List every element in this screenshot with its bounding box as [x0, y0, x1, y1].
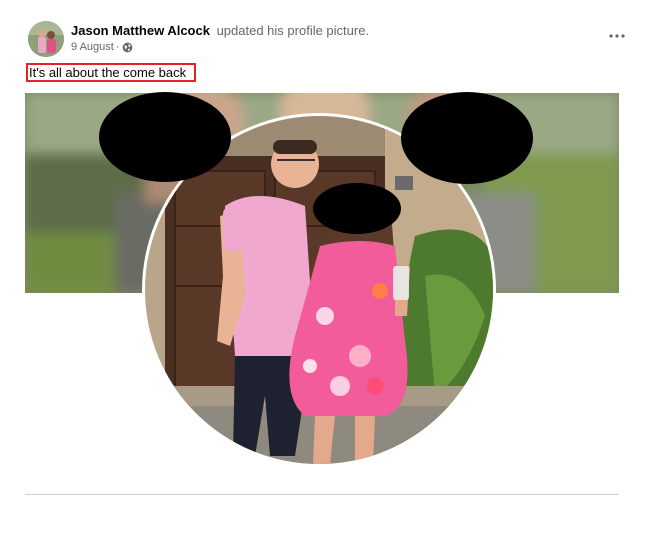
post-divider [25, 494, 619, 495]
more-options-icon [609, 34, 625, 38]
post-meta: 9 August · [71, 41, 133, 53]
more-options-button[interactable] [603, 24, 631, 48]
post-header: Jason Matthew Alcock updated his profile… [28, 18, 631, 58]
meta-separator: · [115, 41, 120, 53]
author-name-link[interactable]: Jason Matthew Alcock [71, 23, 210, 38]
redaction-right [401, 92, 533, 184]
redaction-face [313, 183, 401, 234]
post-action-text: updated his profile picture. [216, 23, 370, 38]
post-caption: It's all about the come back [26, 63, 196, 82]
redaction-left [99, 92, 231, 182]
post-date-link[interactable]: 9 August [71, 41, 114, 53]
globe-icon[interactable] [122, 42, 133, 53]
author-avatar[interactable] [28, 21, 64, 57]
author-line: Jason Matthew Alcock updated his profile… [71, 23, 369, 38]
